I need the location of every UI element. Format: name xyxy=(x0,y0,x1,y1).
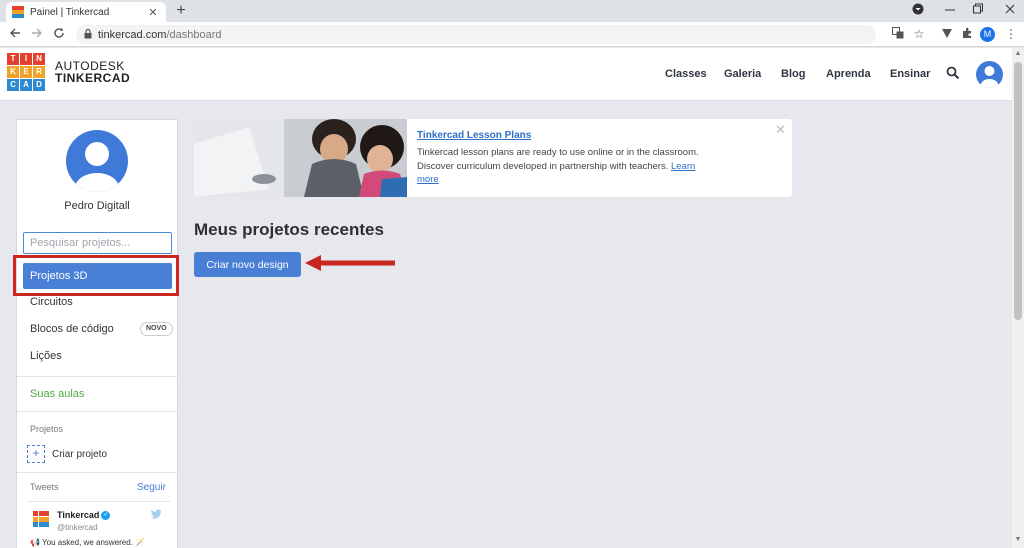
brand-wordmark[interactable]: AUTODESK TINKERCAD xyxy=(55,60,130,84)
tinkercad-tweet-logo xyxy=(33,511,49,527)
restore-icon[interactable] xyxy=(970,3,986,18)
tinkercad-logo[interactable]: TIN KER CAD xyxy=(7,53,47,93)
divider xyxy=(17,472,177,473)
scroll-down-icon[interactable]: ▼ xyxy=(1014,536,1022,543)
nav-classes[interactable]: Classes xyxy=(665,68,707,80)
lock-icon xyxy=(84,28,92,41)
sidebar-item-lessons[interactable]: Lições xyxy=(23,343,172,369)
banner-description: Tinkercad lesson plans are ready to use … xyxy=(417,147,699,185)
divider xyxy=(17,376,177,377)
banner-title-link[interactable]: Tinkercad Lesson Plans xyxy=(417,130,531,141)
scroll-up-icon[interactable]: ▲ xyxy=(1014,50,1022,57)
logo-letter: E xyxy=(20,66,32,78)
translate-icon[interactable] xyxy=(890,27,906,42)
verified-icon: ✓ xyxy=(101,511,111,521)
close-banner-icon[interactable]: ✕ xyxy=(775,122,786,138)
browser-tab[interactable]: Painel | Tinkercad ✕ xyxy=(6,2,166,22)
profile-avatar[interactable] xyxy=(66,130,128,192)
extension-vpn-icon[interactable] xyxy=(939,27,955,42)
tweet-author[interactable]: Tinkercad ✓ xyxy=(57,510,111,521)
follow-link[interactable]: Seguir xyxy=(137,482,166,493)
address-bar[interactable]: tinkercad.com/dashboard xyxy=(76,25,876,44)
user-avatar[interactable] xyxy=(976,61,1003,88)
tweet-handle: @tinkercad xyxy=(57,523,98,532)
nav-ensinar[interactable]: Ensinar xyxy=(890,68,930,80)
tinkercad-favicon-icon xyxy=(12,6,24,18)
new-tab-button[interactable]: + xyxy=(172,2,190,20)
scroll-thumb[interactable] xyxy=(1014,62,1022,320)
sidebar-item-code-blocks[interactable]: Blocos de código NOVO xyxy=(23,316,173,342)
forward-arrow-icon[interactable] xyxy=(29,27,45,42)
browser-tabstrip: Painel | Tinkercad ✕ + xyxy=(0,0,1024,22)
logo-letter: I xyxy=(20,53,32,65)
logo-square xyxy=(44,511,49,516)
sidebar: Pedro Digitall Projetos 3D Circuitos Blo… xyxy=(16,119,178,548)
nav-aprenda[interactable]: Aprenda xyxy=(826,68,871,80)
username[interactable]: Pedro Digitall xyxy=(17,200,177,212)
extensions-puzzle-icon[interactable] xyxy=(959,27,975,42)
divider xyxy=(27,501,170,502)
logo-square xyxy=(44,516,49,522)
url-text: tinkercad.com/dashboard xyxy=(98,28,222,41)
tab-title: Painel | Tinkercad xyxy=(30,6,110,18)
bookmark-star-icon[interactable]: ☆ xyxy=(911,27,927,41)
lesson-plans-banner: Tinkercad Lesson Plans Tinkercad lesson … xyxy=(194,119,792,197)
logo-square xyxy=(33,522,38,527)
banner-image xyxy=(194,119,407,197)
search-projects-input[interactable] xyxy=(23,232,172,254)
page-title: Meus projetos recentes xyxy=(194,220,384,239)
logo-letter: R xyxy=(33,66,45,78)
logo-square xyxy=(33,511,38,516)
plus-icon: + xyxy=(27,445,45,463)
back-arrow-icon[interactable] xyxy=(7,27,23,42)
annotation-highlight-box xyxy=(13,255,179,296)
site-header: TIN KER CAD AUTODESK TINKERCAD Classes Gal… xyxy=(0,48,1012,101)
annotation-arrow-icon xyxy=(305,255,395,271)
browser-profile-avatar[interactable]: M xyxy=(980,27,995,42)
create-project-label: Criar projeto xyxy=(52,448,108,460)
close-tab-icon[interactable]: ✕ xyxy=(146,6,160,19)
create-new-design-button[interactable]: Criar novo design xyxy=(194,252,301,277)
your-classes-link[interactable]: Suas aulas xyxy=(30,388,84,400)
close-window-icon[interactable] xyxy=(1002,3,1018,18)
reload-icon[interactable] xyxy=(51,27,67,42)
divider xyxy=(17,411,177,412)
logo-letter: D xyxy=(33,79,45,91)
tweets-section-label: Tweets xyxy=(30,482,59,492)
nav-galeria[interactable]: Galeria xyxy=(724,68,761,80)
logo-letter: K xyxy=(7,66,19,78)
chrome-menu-icon[interactable]: ⋮ xyxy=(1003,27,1019,41)
projects-section-label: Projetos xyxy=(30,424,64,434)
logo-square xyxy=(38,522,44,527)
chrome-media-icon[interactable] xyxy=(910,3,926,18)
tweet-text: 📢 You asked, we answered. 🪄 xyxy=(30,538,146,547)
logo-square xyxy=(38,516,44,522)
minimize-icon[interactable] xyxy=(942,3,958,18)
logo-square xyxy=(38,511,44,516)
logo-letter: A xyxy=(20,79,32,91)
page-scrollbar[interactable]: ▲ ▼ xyxy=(1012,48,1024,548)
logo-square xyxy=(33,516,38,522)
logo-square xyxy=(20,14,24,18)
logo-letter: T xyxy=(7,53,19,65)
search-icon[interactable] xyxy=(946,66,960,80)
browser-toolbar: tinkercad.com/dashboard ☆ M ⋮ xyxy=(0,22,1024,47)
logo-square xyxy=(44,522,49,527)
nav-blog[interactable]: Blog xyxy=(781,68,805,80)
create-project-button[interactable]: + Criar projeto xyxy=(27,445,107,463)
logo-letter: C xyxy=(7,79,19,91)
new-badge: NOVO xyxy=(140,322,173,336)
brand-tinkercad: TINKERCAD xyxy=(55,71,131,85)
twitter-bird-icon[interactable] xyxy=(151,509,162,522)
logo-letter: N xyxy=(33,53,45,65)
